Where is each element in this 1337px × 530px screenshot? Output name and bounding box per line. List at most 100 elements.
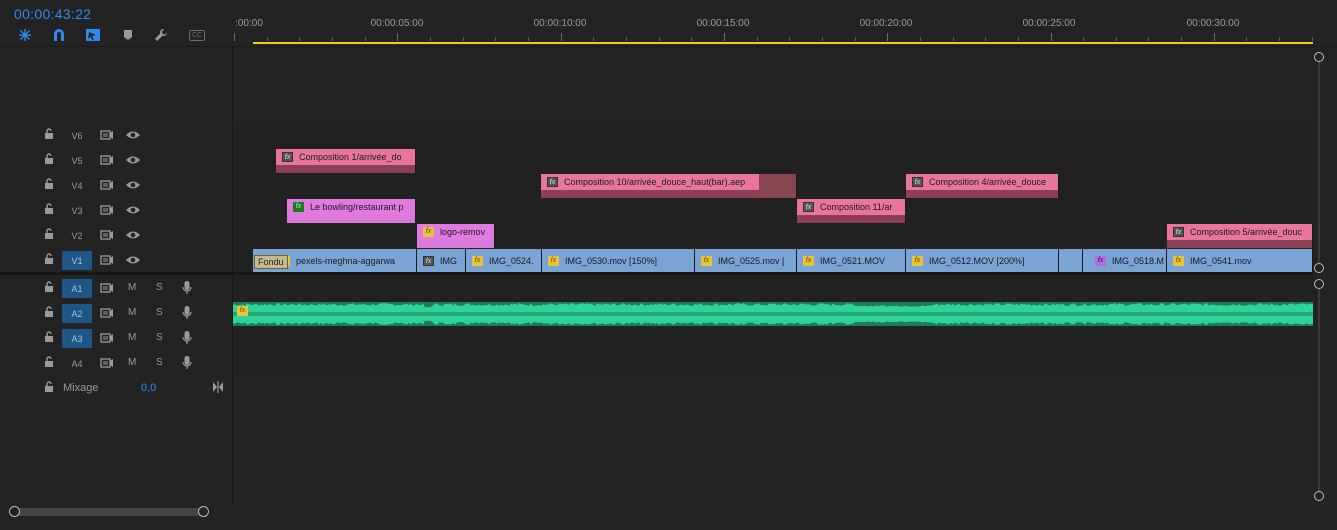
clip[interactable]: fx Composition 1/arrivée_do [276, 149, 416, 173]
track-lane-v1[interactable]: fx pexels-meghna-aggarwa fx IMG fx IMG_0524… [233, 248, 1313, 273]
clip[interactable]: fx IMG_0524. [466, 249, 542, 273]
clip[interactable]: fx IMG_0530.mov [150%] [542, 249, 695, 273]
zoom-scroll-bar[interactable] [14, 508, 204, 516]
audio-clip[interactable]: fx [233, 302, 1313, 326]
track-lane-a2[interactable]: fx [233, 301, 1313, 326]
captions-icon[interactable]: CC [186, 26, 208, 44]
mute-button[interactable]: M [128, 332, 136, 343]
track-lane-v6[interactable] [233, 123, 1313, 148]
mute-button[interactable]: M [128, 282, 136, 293]
track-label[interactable]: V2 [62, 226, 92, 245]
lock-icon[interactable] [44, 381, 54, 393]
solo-button[interactable]: S [156, 307, 163, 318]
clip[interactable]: fx Composition 5/arrivée_douc [1167, 224, 1313, 248]
clip[interactable]: fx Composition 4/arrivée_douce [906, 174, 1059, 198]
lock-icon[interactable] [44, 281, 54, 293]
clip[interactable]: fx IMG [417, 249, 466, 273]
sync-lock-icon[interactable] [100, 229, 114, 241]
marker-icon[interactable] [119, 26, 137, 44]
track-label[interactable]: V6 [62, 126, 92, 145]
track-lane-v5[interactable]: fx Composition 1/arrivée_do [233, 148, 1313, 173]
magnet-icon[interactable] [50, 26, 68, 44]
audio-scroll-track[interactable] [1318, 285, 1320, 495]
clip[interactable]: fx IMG_0525.mov [ [695, 249, 797, 273]
clip[interactable]: fx logo-remov [417, 224, 495, 248]
video-scroll-track[interactable] [1318, 56, 1320, 272]
audio-scroll-handle-top[interactable] [1314, 279, 1324, 289]
eye-icon[interactable] [125, 129, 141, 141]
sync-lock-icon[interactable] [100, 204, 114, 216]
eye-icon[interactable] [125, 204, 141, 216]
wrench-icon[interactable] [152, 26, 170, 44]
clip[interactable]: fx Le bowling/restaurant p [287, 199, 416, 223]
clip[interactable]: fx IMG_0512.MOV [200%] [906, 249, 1059, 273]
clip[interactable] [1059, 249, 1083, 273]
eye-icon[interactable] [125, 179, 141, 191]
sync-lock-icon[interactable] [100, 307, 114, 319]
track-target-v1[interactable]: V1 [62, 251, 92, 270]
microphone-icon[interactable] [182, 280, 192, 296]
transition-fondu[interactable]: Fondu [254, 255, 288, 269]
microphone-icon[interactable] [182, 355, 192, 371]
track-label[interactable]: V3 [62, 201, 92, 220]
lock-icon[interactable] [44, 228, 54, 240]
audio-scroll-handle-bottom[interactable] [1314, 491, 1324, 501]
video-scroll-handle-top[interactable] [1314, 52, 1324, 62]
clip[interactable]: fx IMG_0541.mov [1167, 249, 1313, 273]
lock-icon[interactable] [44, 178, 54, 190]
sync-lock-icon[interactable] [100, 179, 114, 191]
track-lane-v4[interactable]: fx Composition 10/arrivée_douce_haut(bar)… [233, 173, 1313, 198]
sync-lock-icon[interactable] [100, 254, 114, 266]
solo-button[interactable]: S [156, 332, 163, 343]
lock-icon[interactable] [44, 306, 54, 318]
clip[interactable]: fx IMG_0521.MOV [797, 249, 906, 273]
clip[interactable]: fx IMG_0518.M [1083, 249, 1167, 273]
track-label[interactable]: V5 [62, 151, 92, 170]
eye-icon[interactable] [125, 229, 141, 241]
linked-selection-icon[interactable] [84, 26, 102, 44]
track-label[interactable]: V4 [62, 176, 92, 195]
track-lane-a3[interactable] [233, 326, 1313, 351]
fx-badge: fx [912, 177, 923, 187]
lock-icon[interactable] [44, 331, 54, 343]
track-lane-v2[interactable]: fx logo-remov fx Composition 5/arrivée_dou… [233, 223, 1313, 248]
track-lane-v3[interactable]: fx Le bowling/restaurant p fx Composition … [233, 198, 1313, 223]
work-area-bar[interactable] [253, 42, 1313, 44]
eye-icon[interactable] [125, 154, 141, 166]
video-audio-divider[interactable] [0, 272, 1313, 275]
solo-button[interactable]: S [156, 282, 163, 293]
ruler-divider [0, 46, 1337, 47]
clip[interactable]: fx Composition 11/ar [797, 199, 906, 223]
video-scroll-handle-bottom[interactable] [1314, 263, 1324, 273]
track-target-a2[interactable]: A2 [62, 304, 92, 323]
sync-lock-icon[interactable] [100, 332, 114, 344]
track-lane-a4[interactable] [233, 351, 1313, 376]
zoom-handle-right[interactable] [198, 506, 209, 517]
mute-button[interactable]: M [128, 357, 136, 368]
sync-lock-icon[interactable] [100, 357, 114, 369]
snap-icon[interactable] [16, 26, 34, 44]
sync-lock-icon[interactable] [100, 282, 114, 294]
mute-button[interactable]: M [128, 307, 136, 318]
lock-icon[interactable] [44, 356, 54, 368]
time-ruler[interactable]: :00:00 00:00:05:00 00:00:10:00 00:00:15:… [233, 0, 1337, 46]
clip[interactable]: fx Composition 10/arrivée_douce_haut(bar)… [541, 174, 797, 198]
track-target-a3[interactable]: A3 [62, 329, 92, 348]
track-lane-a1[interactable] [233, 276, 1313, 301]
mix-volume-value[interactable]: 0,0 [141, 382, 156, 394]
eye-icon[interactable] [125, 254, 141, 266]
lock-icon[interactable] [44, 153, 54, 165]
sync-lock-icon[interactable] [100, 129, 114, 141]
track-target-a1[interactable]: A1 [62, 279, 92, 298]
lock-icon[interactable] [44, 203, 54, 215]
lock-icon[interactable] [44, 128, 54, 140]
lock-icon[interactable] [44, 253, 54, 265]
microphone-icon[interactable] [182, 330, 192, 346]
go-to-edit-icon[interactable] [212, 381, 224, 393]
sync-lock-icon[interactable] [100, 154, 114, 166]
track-label[interactable]: A4 [62, 354, 92, 373]
microphone-icon[interactable] [182, 305, 192, 321]
playhead-timecode[interactable]: 00:00:43:22 [14, 6, 91, 22]
solo-button[interactable]: S [156, 357, 163, 368]
zoom-handle-left[interactable] [9, 506, 20, 517]
